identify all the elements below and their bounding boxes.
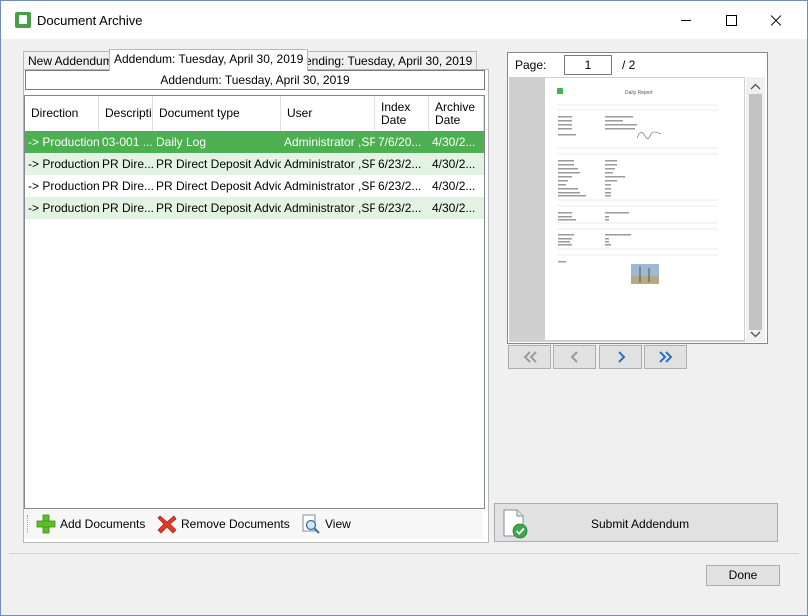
documents-grid[interactable]: Direction Descriptic Document type User … xyxy=(24,95,485,509)
done-button[interactable]: Done xyxy=(706,565,780,586)
column-header-direction[interactable]: Direction xyxy=(25,96,99,131)
cell-index-date: 6/23/2... xyxy=(378,157,422,171)
document-archive-window: Document Archive New Addendum Addendum: … xyxy=(0,0,808,616)
page-total: / 2 xyxy=(622,58,636,72)
cell-document-type: PR Direct Deposit Advice xyxy=(156,179,281,193)
add-documents-button[interactable]: Add Documents xyxy=(36,513,145,535)
cell-description: PR Dire... xyxy=(102,179,153,193)
magnifier-icon xyxy=(302,514,320,534)
first-page-button[interactable] xyxy=(508,345,551,369)
cell-archive-date: 4/30/2... xyxy=(432,135,476,149)
remove-documents-label: Remove Documents xyxy=(181,517,290,531)
cell-index-date: 7/6/20... xyxy=(378,135,422,149)
maximize-button[interactable] xyxy=(708,1,754,39)
scroll-down-icon[interactable] xyxy=(750,331,761,338)
cell-archive-date: 4/30/2... xyxy=(432,201,476,215)
window-title: Document Archive xyxy=(37,13,143,28)
title-bar: Document Archive xyxy=(1,1,807,39)
cell-direction: -> Production xyxy=(28,179,99,193)
footer-divider xyxy=(9,553,799,554)
table-row[interactable]: -> Production PR Dire... PR Direct Depos… xyxy=(25,197,484,219)
tab-pending[interactable]: Pending: Tuesday, April 30, 2019 xyxy=(292,51,478,70)
close-button[interactable] xyxy=(753,1,799,39)
last-page-button[interactable] xyxy=(644,345,687,369)
remove-documents-button[interactable]: Remove Documents xyxy=(157,513,290,535)
cell-index-date: 6/23/2... xyxy=(378,179,422,193)
next-page-button[interactable] xyxy=(599,345,642,369)
cell-document-type: Daily Log xyxy=(156,135,207,149)
column-header-document-type[interactable]: Document type xyxy=(153,96,281,131)
add-documents-label: Add Documents xyxy=(60,517,146,531)
column-header-user[interactable]: User xyxy=(281,96,375,131)
chevron-right-icon xyxy=(617,351,625,363)
double-chevron-left-icon xyxy=(523,351,537,363)
previous-page-button[interactable] xyxy=(553,345,596,369)
scroll-up-icon[interactable] xyxy=(750,83,761,90)
table-row[interactable]: -> Production PR Dire... PR Direct Depos… xyxy=(25,153,484,175)
cell-document-type: PR Direct Deposit Advice xyxy=(156,201,281,215)
cell-direction: -> Production xyxy=(28,135,99,149)
cell-description: 03-001 ... xyxy=(102,135,153,149)
page-label: Page: xyxy=(515,58,547,72)
column-header-index-date[interactable]: Index Date xyxy=(375,96,429,131)
cell-document-type: PR Direct Deposit Advice xyxy=(156,157,281,171)
tab-new-addendum[interactable]: New Addendum xyxy=(23,51,118,70)
preview-page-content xyxy=(557,104,718,284)
view-label: View xyxy=(325,517,351,531)
tab-addendum[interactable]: Addendum: Tuesday, April 30, 2019 xyxy=(109,49,309,71)
cell-description: PR Dire... xyxy=(102,157,153,171)
submit-addendum-label: Submit Addendum xyxy=(591,517,690,531)
cell-index-date: 6/23/2... xyxy=(378,201,422,215)
cell-description: PR Dire... xyxy=(102,201,153,215)
addendum-header: Addendum: Tuesday, April 30, 2019 xyxy=(25,70,485,90)
double-chevron-right-icon xyxy=(658,351,672,363)
cell-user: Administrator ,SPC xyxy=(284,179,375,193)
cell-user: Administrator ,SPC xyxy=(284,135,375,149)
column-header-description[interactable]: Descriptic xyxy=(99,96,153,131)
table-row[interactable]: -> Production PR Dire... PR Direct Depos… xyxy=(25,175,484,197)
chevron-left-icon xyxy=(570,351,578,363)
plus-icon xyxy=(36,514,56,534)
cell-archive-date: 4/30/2... xyxy=(432,157,476,171)
preview-page[interactable]: Daily Report xyxy=(545,78,744,340)
preview-scrollbar[interactable] xyxy=(746,77,765,342)
page-number-input[interactable]: 1 xyxy=(564,55,612,75)
cell-direction: -> Production xyxy=(28,201,99,215)
grid-header: Direction Descriptic Document type User … xyxy=(25,96,484,132)
document-check-icon xyxy=(503,509,528,539)
table-row[interactable]: -> Production 03-001 ... Daily Log Admin… xyxy=(25,131,484,153)
toolbar-grip xyxy=(27,515,30,533)
grid-toolbar: Add Documents Remove Documents View xyxy=(24,509,483,539)
view-button[interactable]: View xyxy=(301,513,351,535)
cell-user: Administrator ,SPC xyxy=(284,157,375,171)
scroll-thumb[interactable] xyxy=(749,94,762,330)
x-icon xyxy=(157,515,177,534)
app-icon xyxy=(15,12,31,28)
cell-archive-date: 4/30/2... xyxy=(432,179,476,193)
column-header-archive-date[interactable]: Archive Date xyxy=(429,96,484,131)
cell-user: Administrator ,SPC xyxy=(284,201,375,215)
cell-direction: -> Production xyxy=(28,157,99,171)
minimize-button[interactable] xyxy=(663,1,709,39)
